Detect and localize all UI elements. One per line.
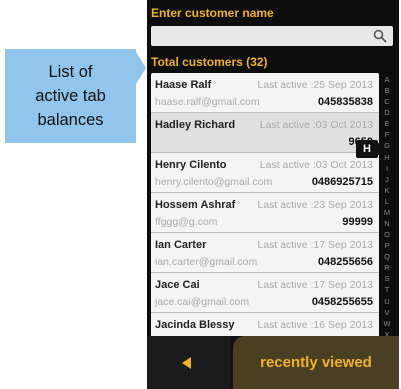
customer-screen: Enter customer name Total customers (32)… <box>147 0 399 389</box>
alpha-letter[interactable]: E <box>384 120 389 128</box>
last-active: Last active :17 Sep 2013 <box>257 239 373 251</box>
search-icon[interactable] <box>373 29 387 43</box>
customer-email: ian.carter@gmail.com <box>155 256 258 268</box>
customer-phone: 0486925715 <box>311 176 373 188</box>
back-button[interactable] <box>147 336 230 389</box>
customer-row[interactable]: Hossem Ashraf Last active :23 Sep 2013 f… <box>151 193 379 233</box>
customer-name: Haase Ralf <box>155 79 212 91</box>
last-active: Last active :23 Sep 2013 <box>257 199 373 211</box>
alpha-letter[interactable]: Q <box>384 253 390 261</box>
recently-viewed-label: recently viewed <box>260 354 372 371</box>
alpha-letter[interactable]: D <box>384 109 389 117</box>
customer-name: Ian Carter <box>155 239 207 251</box>
alpha-letter[interactable]: W <box>383 319 390 327</box>
customer-phone: 045835838 <box>317 96 373 108</box>
callout-line: active tab <box>35 87 106 105</box>
recently-viewed-button[interactable]: recently viewed <box>233 336 399 389</box>
alpha-letter[interactable]: J <box>385 175 389 183</box>
alpha-letter[interactable]: P <box>384 242 389 250</box>
total-customers-label: Total customers (32) <box>151 55 268 69</box>
customer-row[interactable]: Jace Cai Last active :17 Sep 2013 jace.c… <box>151 273 379 313</box>
alpha-letter[interactable]: K <box>384 187 389 195</box>
alpha-letter[interactable]: S <box>384 275 389 283</box>
alpha-letter[interactable]: U <box>384 297 389 305</box>
search-box[interactable] <box>151 26 393 46</box>
callout-line: balances <box>37 111 104 129</box>
callout-pointer-icon <box>136 52 146 84</box>
customer-list[interactable]: Haase Ralf Last active :25 Sep 2013 haas… <box>151 73 379 360</box>
alpha-letter[interactable]: N <box>384 220 389 228</box>
search-label: Enter customer name <box>151 6 274 20</box>
index-marker: H <box>356 140 378 158</box>
customer-row[interactable]: Hadley Richard Last active :03 Oct 2013 … <box>151 113 379 153</box>
back-arrow-icon <box>182 357 191 369</box>
customer-phone: 99999 <box>342 216 373 228</box>
customer-email: haase.ralf@gmail.com <box>155 96 260 108</box>
customer-row[interactable]: Ian Carter Last active :17 Sep 2013 ian.… <box>151 233 379 273</box>
customer-name: Hadley Richard <box>155 119 236 131</box>
alpha-letter[interactable]: C <box>384 98 389 106</box>
alpha-letter[interactable]: B <box>384 87 389 95</box>
alpha-letter[interactable]: L <box>385 198 389 206</box>
alpha-letter[interactable]: V <box>384 308 389 316</box>
alphabet-index[interactable]: A B C D E F G H I J K L M N O P Q R S T … <box>380 76 394 360</box>
alpha-letter[interactable]: I <box>386 164 388 172</box>
alpha-letter[interactable]: F <box>385 131 390 139</box>
customer-email: ffggg@g.com <box>155 216 218 228</box>
last-active: Last active :03 Oct 2013 <box>259 159 373 171</box>
alpha-letter[interactable]: T <box>385 286 390 294</box>
customer-email: jace.cai@gmail.com <box>155 296 250 308</box>
bottom-bar: recently viewed <box>147 336 399 389</box>
alpha-letter[interactable]: R <box>384 264 389 272</box>
last-active: Last active :03 Oct 2013 <box>259 119 373 131</box>
alpha-letter[interactable]: A <box>384 76 389 84</box>
customer-name: Jacinda Blessy <box>155 319 235 331</box>
alpha-letter[interactable]: O <box>384 231 390 239</box>
callout-text: List of active tab balances <box>5 60 136 132</box>
customer-name: Hossem Ashraf <box>155 199 236 211</box>
last-active: Last active :16 Sep 2013 <box>257 319 373 331</box>
last-active: Last active :17 Sep 2013 <box>257 279 373 291</box>
customer-email: henry.cilento@gmail.com <box>155 176 273 188</box>
callout-line: List of <box>48 63 93 81</box>
index-marker-arrow-icon <box>377 142 386 156</box>
alpha-letter[interactable]: M <box>384 209 390 217</box>
customer-row[interactable]: Haase Ralf Last active :25 Sep 2013 haas… <box>151 73 379 113</box>
customer-phone: 0458255655 <box>311 296 373 308</box>
customer-row[interactable]: Henry Cilento Last active :03 Oct 2013 h… <box>151 153 379 193</box>
customer-search-input[interactable] <box>151 26 373 46</box>
customer-phone: 048255656 <box>317 256 373 268</box>
customer-name: Henry Cilento <box>155 159 227 171</box>
customer-name: Jace Cai <box>155 279 200 291</box>
last-active: Last active :25 Sep 2013 <box>257 79 373 91</box>
